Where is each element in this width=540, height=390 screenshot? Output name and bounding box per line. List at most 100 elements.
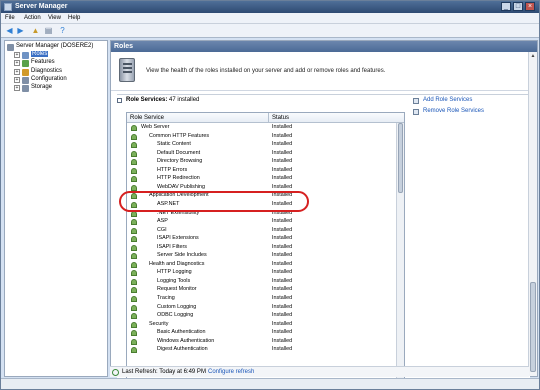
- role-service-status: Installed: [272, 243, 293, 250]
- role-service-name: ASP: [157, 218, 168, 225]
- table-row[interactable]: Directory Browsing Installed: [127, 158, 397, 167]
- role-service-name: CGI: [157, 226, 167, 233]
- role-service-status: Installed: [272, 286, 293, 293]
- table-row[interactable]: HTTP Errors Installed: [127, 167, 397, 176]
- column-role-service[interactable]: Role Service: [130, 115, 164, 121]
- menu-file[interactable]: File: [5, 15, 15, 21]
- forward-arrow-icon[interactable]: ▶: [16, 26, 25, 35]
- table-row[interactable]: Web Server Installed: [127, 124, 397, 133]
- table-row[interactable]: Logging Tools Installed: [127, 278, 397, 287]
- role-service-status: Installed: [272, 132, 293, 139]
- table-row[interactable]: ISAPI Extensions Installed: [127, 235, 397, 244]
- expand-icon[interactable]: +: [14, 85, 20, 91]
- role-service-name: Windows Authentication: [157, 337, 215, 344]
- table-row[interactable]: HTTP Logging Installed: [127, 269, 397, 278]
- window-status-strip: [1, 378, 539, 389]
- table-row[interactable]: CGI Installed: [127, 227, 397, 236]
- menu-action[interactable]: Action: [24, 15, 41, 21]
- table-row[interactable]: ASP Installed: [127, 218, 397, 227]
- role-service-name: Web Server: [141, 124, 170, 130]
- role-service-status: Installed: [272, 218, 293, 225]
- remove-role-services-icon: [413, 109, 419, 115]
- role-service-name: Custom Logging: [157, 303, 197, 310]
- menu-help[interactable]: Help: [68, 15, 80, 21]
- table-header: Role Service Status: [127, 113, 404, 123]
- role-service-status: Installed: [272, 252, 293, 259]
- expand-icon[interactable]: +: [14, 52, 20, 59]
- table-row[interactable]: Server Side Includes Installed: [127, 252, 397, 261]
- collapse-icon[interactable]: [117, 98, 122, 103]
- role-service-name: Security: [149, 320, 169, 327]
- help-icon[interactable]: ?: [58, 26, 67, 35]
- table-row[interactable]: Security Installed: [127, 321, 397, 330]
- expand-icon[interactable]: +: [14, 76, 20, 83]
- table-row[interactable]: HTTP Redirection Installed: [127, 175, 397, 184]
- folder-up-icon[interactable]: ▲: [31, 26, 40, 35]
- console-tree: Server Manager (DOSERE2) + Roles + Features +…: [4, 40, 108, 377]
- tree-node-icon: [22, 76, 29, 84]
- table-row[interactable]: ISAPI Filters Installed: [127, 244, 397, 253]
- configure-refresh-link[interactable]: Configure refresh: [208, 369, 254, 375]
- close-button[interactable]: ×: [525, 2, 535, 11]
- tree-item-label[interactable]: Server Manager (DOSERE2): [16, 43, 93, 49]
- pane-scrollbar[interactable]: ▲: [528, 52, 537, 376]
- tree-item-label[interactable]: Configuration: [31, 76, 67, 82]
- table-row[interactable]: Default Document Installed: [127, 150, 397, 159]
- table-scrollbar[interactable]: [396, 123, 404, 378]
- table-row[interactable]: Custom Logging Installed: [127, 304, 397, 313]
- tree-item-label[interactable]: Diagnostics: [31, 68, 62, 74]
- tree-item-label[interactable]: Features: [31, 59, 55, 65]
- table-row[interactable]: Health and Diagnostics Installed: [127, 261, 397, 270]
- role-service-icon: [131, 270, 137, 277]
- role-service-name: Basic Authentication: [157, 329, 206, 336]
- role-service-icon: [131, 287, 137, 294]
- expand-icon[interactable]: +: [14, 60, 20, 67]
- show-hide-tree-icon[interactable]: ▤: [44, 26, 53, 35]
- role-service-name: Digest Authentication: [157, 346, 208, 353]
- pane-header: Roles: [111, 41, 537, 52]
- role-service-status: Installed: [272, 303, 293, 310]
- role-service-status: Installed: [272, 166, 293, 173]
- table-scroll-thumb[interactable]: [398, 123, 403, 193]
- table-row[interactable]: Static Content Installed: [127, 141, 397, 150]
- role-service-status: Installed: [272, 312, 293, 319]
- role-services-table[interactable]: Role Service Status Web Server Installed C…: [126, 112, 405, 379]
- table-row[interactable]: Basic Authentication Installed: [127, 329, 397, 338]
- role-service-name: Static Content: [157, 141, 191, 148]
- role-service-status: Installed: [272, 158, 293, 165]
- remove-role-services-label[interactable]: Remove Role Services: [423, 108, 484, 114]
- role-service-icon: [131, 313, 137, 320]
- add-role-services-label[interactable]: Add Role Services: [423, 97, 472, 103]
- table-row[interactable]: Request Monitor Installed: [127, 286, 397, 295]
- role-services-title: Role Services: 47 installed: [126, 97, 199, 103]
- status-bar: Last Refresh: Today at 6:49 PM Configure…: [110, 366, 529, 377]
- role-service-name: Logging Tools: [157, 277, 191, 284]
- tree-item-label[interactable]: Storage: [31, 84, 52, 90]
- add-role-services-icon: [413, 98, 419, 104]
- scroll-up-icon[interactable]: ▲: [530, 53, 536, 59]
- role-services-label: Role Services:: [126, 97, 168, 103]
- menu-bar: File Action View Help: [1, 13, 539, 24]
- role-service-name: Request Monitor: [157, 286, 197, 293]
- intro-text: View the health of the roles installed o…: [146, 68, 386, 74]
- role-service-status: Installed: [272, 277, 293, 284]
- table-row[interactable]: Digest Authentication Installed: [127, 346, 397, 355]
- back-arrow-icon[interactable]: ◀: [5, 26, 14, 35]
- expand-icon[interactable]: +: [14, 68, 20, 75]
- window-title: Server Manager: [15, 3, 68, 10]
- maximize-button[interactable]: □: [513, 2, 523, 11]
- role-service-icon: [131, 133, 137, 140]
- minimize-button[interactable]: _: [501, 2, 511, 11]
- column-status[interactable]: Status: [272, 115, 289, 121]
- table-row[interactable]: Common HTTP Features Installed: [127, 133, 397, 142]
- tree-item-label[interactable]: Roles: [31, 51, 49, 58]
- table-row[interactable]: Tracing Installed: [127, 295, 397, 304]
- column-divider[interactable]: [268, 113, 269, 123]
- highlight-annotation: [119, 191, 309, 212]
- role-service-status: Installed: [272, 141, 293, 148]
- table-row[interactable]: Windows Authentication Installed: [127, 338, 397, 347]
- role-service-icon: [131, 330, 137, 337]
- table-row[interactable]: ODBC Logging Installed: [127, 312, 397, 321]
- pane-scroll-thumb[interactable]: [530, 282, 536, 372]
- menu-view[interactable]: View: [48, 15, 61, 21]
